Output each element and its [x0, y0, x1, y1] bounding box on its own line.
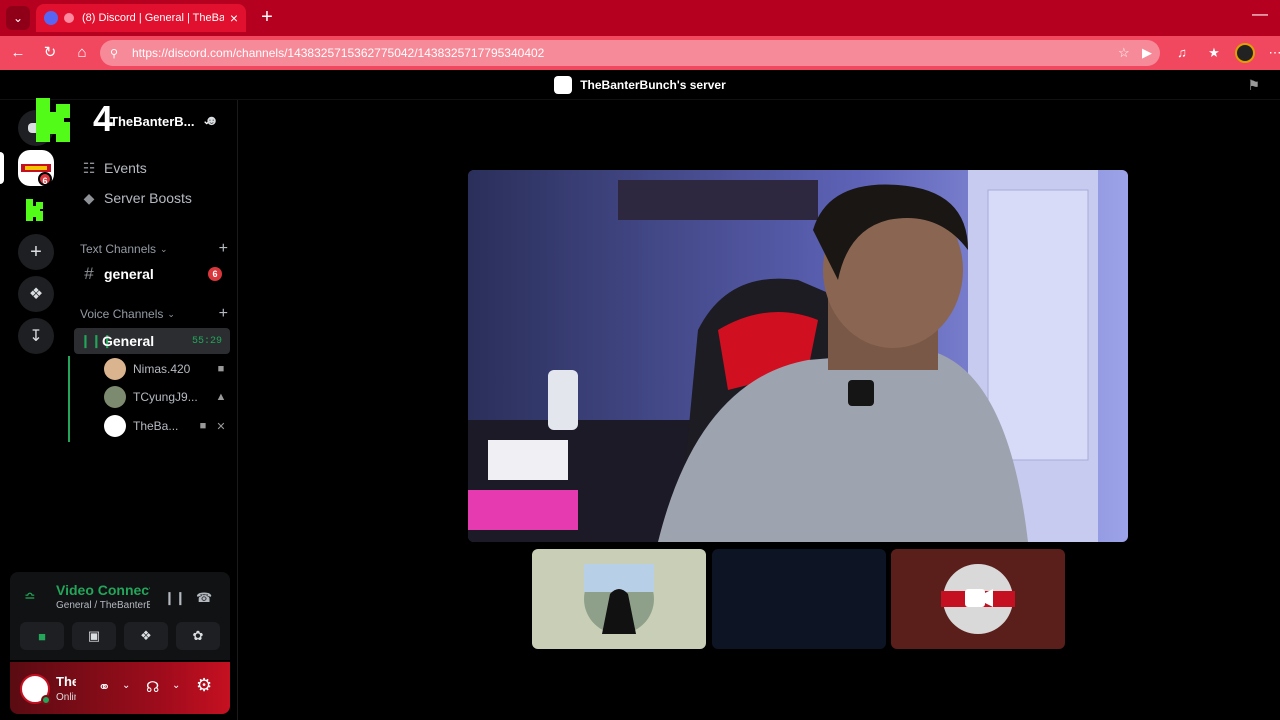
- discord-favicon-icon: [44, 11, 58, 25]
- lock-icon[interactable]: ⚲: [110, 47, 124, 60]
- voice-connection-line: [68, 356, 70, 442]
- media-control-icon[interactable]: ♫: [1173, 44, 1191, 62]
- channel-name: general: [104, 266, 154, 282]
- refresh-icon[interactable]: ↻: [40, 43, 60, 63]
- participant-tile[interactable]: [532, 549, 706, 649]
- hashtag-icon: #: [84, 264, 94, 283]
- voice-member[interactable]: Nimas.420 ■: [104, 357, 228, 381]
- events-label: Events: [104, 160, 147, 176]
- voice-channel-general[interactable]: ❙❙❙ General 55:29: [74, 328, 230, 354]
- video-frame-illustration: [468, 170, 1128, 542]
- url-text: https://discord.com/channels/14383257153…: [132, 46, 545, 60]
- tab-list-button[interactable]: ⌄: [6, 6, 30, 30]
- browser-toolbar: ← ↻ ⌂ ⚲ https://discord.com/channels/143…: [0, 36, 1280, 70]
- camera-toggle-button[interactable]: ■: [20, 622, 64, 650]
- selected-server-pill: [0, 152, 4, 184]
- rtc-location[interactable]: General / TheBanterBunch's server: [56, 600, 150, 611]
- invite-people-icon[interactable]: ☻: [204, 112, 219, 128]
- nav-server-boosts[interactable]: ◆ Server Boosts: [78, 185, 228, 211]
- chevron-down-icon: ⌄: [167, 308, 175, 319]
- rtc-status[interactable]: Video Connected: [56, 582, 150, 598]
- new-tab-button[interactable]: +: [256, 6, 278, 28]
- participant-tile-camera[interactable]: [891, 549, 1065, 649]
- participant-tile-dark[interactable]: [712, 549, 886, 649]
- signal-icon[interactable]: ≏: [24, 588, 44, 608]
- favorites-icon[interactable]: ★: [1205, 44, 1223, 62]
- overlay-number: 4: [93, 98, 114, 139]
- deafened-icon: ✕: [216, 420, 226, 433]
- address-bar[interactable]: ⚲ https://discord.com/channels/143832571…: [100, 40, 1160, 66]
- window-title-text: TheBanterBunch's server: [580, 77, 726, 92]
- participant-avatar: [941, 564, 1015, 634]
- events-icon: ☷: [82, 159, 96, 176]
- home-icon[interactable]: ⌂: [72, 43, 92, 63]
- add-server-icon[interactable]: +: [18, 234, 54, 270]
- user-name[interactable]: TheBanterBunch: [56, 674, 76, 689]
- more-options-icon[interactable]: ⋯: [1266, 44, 1280, 62]
- minimize-window-button[interactable]: —: [1252, 6, 1268, 24]
- discover-icon[interactable]: ❖: [18, 276, 54, 312]
- inbox-flag-icon[interactable]: ⚑: [1247, 77, 1260, 94]
- server-unread-badge: 6: [38, 172, 52, 186]
- camera-icon: ■: [199, 420, 207, 432]
- back-icon[interactable]: ←: [8, 43, 28, 63]
- settings-icon[interactable]: ⚙: [196, 675, 212, 696]
- server-name: TheBanterB...: [110, 113, 195, 129]
- text-channels-category[interactable]: Text Channels ⌄ +: [80, 239, 232, 259]
- browser-tab-discord[interactable]: (8) Discord | General | TheBan ×: [36, 4, 246, 32]
- online-status-dot: [41, 695, 51, 705]
- tab-title: (8) Discord | General | TheBan: [82, 12, 224, 24]
- k-logo-overlay: [36, 98, 70, 142]
- unread-badge: 6: [208, 267, 222, 281]
- profile-avatar[interactable]: [1235, 43, 1255, 63]
- member-name: TCyungJ9...: [133, 390, 198, 404]
- channel-general-text[interactable]: # general 6: [78, 261, 228, 287]
- participant-avatar: [584, 564, 654, 634]
- chevron-down-icon: ⌄: [160, 243, 168, 254]
- user-status[interactable]: Online: [56, 692, 76, 703]
- voice-wave-icon: ❙❙❙: [80, 333, 113, 348]
- member-name: TheBa...: [133, 419, 179, 433]
- star-icon[interactable]: ☆: [1118, 45, 1136, 61]
- category-label: Voice Channels: [80, 307, 164, 321]
- browser-tabbar: ⌄ (8) Discord | General | TheBan × + —: [0, 0, 1280, 36]
- add-channel-icon[interactable]: +: [219, 240, 228, 258]
- server-icon: [554, 75, 573, 94]
- member-name: Nimas.420: [133, 362, 191, 376]
- download-apps-icon[interactable]: ↧: [18, 318, 54, 354]
- main-video-stream[interactable]: [468, 170, 1128, 542]
- voice-member[interactable]: TCyungJ9... ▲: [104, 385, 228, 409]
- add-channel-icon[interactable]: +: [219, 305, 228, 323]
- noise-suppression-icon[interactable]: ❙❙: [164, 590, 186, 606]
- voice-channels-category[interactable]: Voice Channels ⌄ +: [80, 304, 232, 324]
- playstation-icon: ▲: [215, 391, 227, 403]
- screen-share-button[interactable]: ▣: [72, 622, 116, 650]
- voice-connection-panel: ≏ Video Connected General / TheBanterBun…: [10, 572, 230, 660]
- camera-icon: ■: [217, 363, 225, 375]
- voice-timer: 55:29: [191, 335, 222, 347]
- voice-member[interactable]: TheBa... ■ ✕: [104, 414, 228, 438]
- headphones-icon[interactable]: ☊: [146, 678, 159, 696]
- camera-icon: [965, 589, 985, 607]
- chevron-down-icon[interactable]: ⌄: [172, 680, 180, 691]
- chevron-down-icon[interactable]: ⌄: [122, 680, 130, 691]
- user-panel: TheBanterBunch Online ⚭ ⌄ ☊ ⌄ ⚙: [10, 662, 230, 714]
- category-label: Text Channels: [80, 242, 157, 256]
- boost-icon: ◆: [83, 189, 95, 206]
- avatar: [104, 386, 126, 408]
- voice-channel-name: General: [102, 333, 155, 349]
- camera-permission-icon[interactable]: ▶: [1142, 45, 1160, 61]
- boosts-label: Server Boosts: [104, 190, 192, 206]
- tab-close-icon[interactable]: ×: [230, 10, 238, 26]
- discord-window-title: TheBanterBunch's server: [0, 70, 1280, 100]
- disconnect-icon[interactable]: ☎: [196, 590, 212, 606]
- audio-playing-icon[interactable]: [64, 13, 74, 23]
- server-k-icon[interactable]: [18, 192, 54, 228]
- avatar: [104, 358, 126, 380]
- mic-icon[interactable]: ⚭: [98, 678, 111, 696]
- nav-events[interactable]: ☷ Events: [78, 155, 228, 181]
- activities-button[interactable]: ❖: [124, 622, 168, 650]
- avatar: [104, 415, 126, 437]
- soundboard-button[interactable]: ✿: [176, 622, 220, 650]
